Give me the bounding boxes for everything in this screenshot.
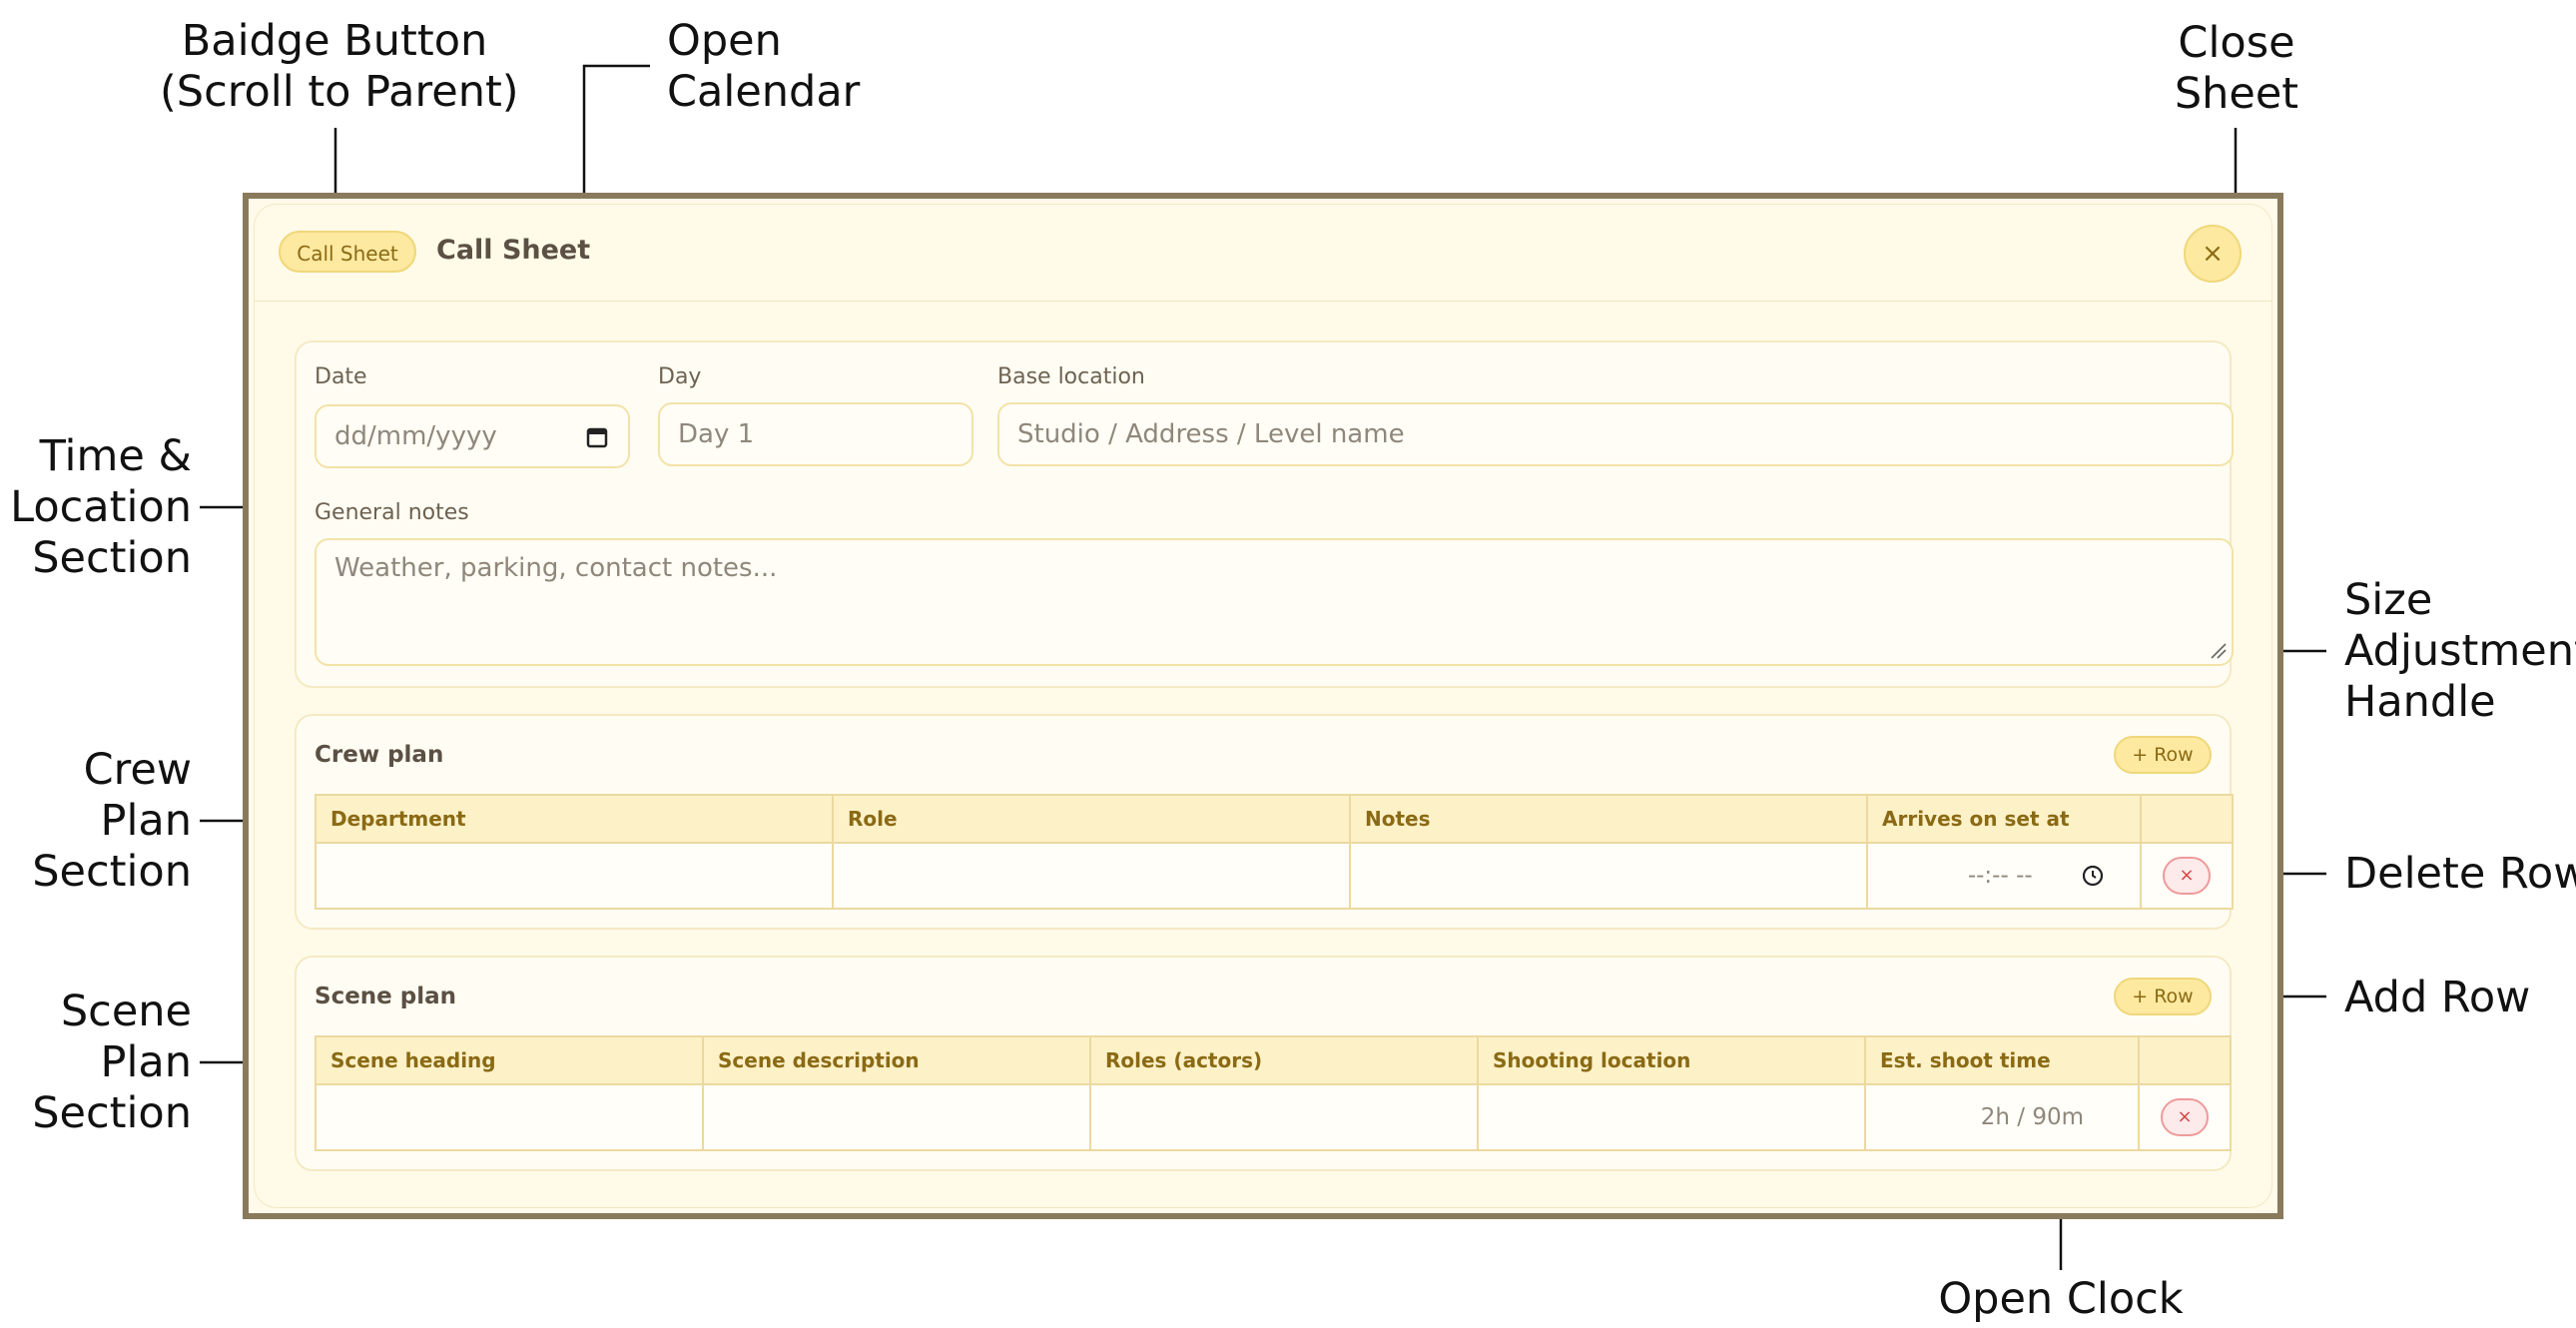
shoot-time-cell[interactable]: 2h / 90m	[1864, 1083, 2140, 1151]
callout-size-adjustment-handle: Size Adjustment Handle	[2344, 575, 2576, 727]
column-header: Roles (actors)	[1089, 1035, 1479, 1085]
column-header: Arrives on set at	[1866, 794, 2142, 844]
sheet-header: Call Sheet Call Sheet ×	[255, 205, 2271, 302]
clock-icon[interactable]	[2080, 863, 2106, 889]
table-row: --:-- -- ×	[315, 842, 2234, 910]
crew-add-row-button[interactable]: + Row	[2114, 736, 2212, 774]
delete-row-button[interactable]: ×	[2163, 857, 2211, 895]
department-cell[interactable]	[315, 842, 834, 910]
callout-scene-plan-section: Scene Plan Section	[32, 987, 192, 1138]
general-notes-placeholder: Weather, parking, contact notes...	[334, 553, 778, 583]
screenshot-frame: Call Sheet Call Sheet × Date dd/mm/yyyy …	[243, 193, 2283, 1219]
scene-description-cell[interactable]	[702, 1083, 1091, 1151]
scene-table-header-row: Scene heading Scene description Roles (a…	[315, 1035, 2232, 1085]
delete-cell: ×	[2138, 1083, 2232, 1151]
crew-plan-section: Crew plan + Row Department Role Notes Ar…	[295, 714, 2234, 930]
sheet-title: Call Sheet	[436, 235, 591, 266]
callout-badge-button: Baidge Button (Scroll to Parent)	[160, 16, 519, 117]
scene-add-row-button[interactable]: + Row	[2114, 978, 2212, 1015]
column-header: Role	[832, 794, 1351, 844]
call-sheet-badge-button[interactable]: Call Sheet	[279, 231, 416, 273]
callout-add-row: Add Row	[2344, 973, 2531, 1022]
day-placeholder: Day 1	[678, 419, 755, 449]
callout-crew-plan-section: Crew Plan Section	[32, 745, 192, 897]
scene-plan-title: Scene plan	[315, 984, 457, 1009]
day-field[interactable]: Day 1	[658, 402, 973, 466]
base-location-placeholder: Studio / Address / Level name	[1017, 419, 1405, 449]
scene-plan-section: Scene plan + Row Scene heading Scene des…	[295, 956, 2232, 1171]
column-header-actions	[2138, 1035, 2232, 1085]
base-location-field[interactable]: Studio / Address / Level name	[997, 402, 2234, 466]
shoot-time-placeholder: 2h / 90m	[1980, 1104, 2084, 1130]
close-sheet-button[interactable]: ×	[2184, 225, 2242, 283]
general-notes-label: General notes	[315, 500, 469, 525]
callout-open-clock: Open Clock	[1938, 1274, 2184, 1324]
roles-cell[interactable]	[1089, 1083, 1479, 1151]
column-header: Notes	[1349, 794, 1868, 844]
resize-handle-icon[interactable]	[2208, 640, 2228, 660]
delete-row-button[interactable]: ×	[2161, 1098, 2209, 1136]
column-header: Shooting location	[1477, 1035, 1866, 1085]
scene-plan-table: Scene heading Scene description Roles (a…	[315, 1035, 2232, 1151]
scene-heading-cell[interactable]	[315, 1083, 704, 1151]
crew-table-header-row: Department Role Notes Arrives on set at	[315, 794, 2234, 844]
arrival-time-placeholder: --:-- --	[1967, 862, 2033, 889]
date-label: Date	[315, 364, 367, 389]
column-header: Department	[315, 794, 834, 844]
delete-cell: ×	[2140, 842, 2234, 910]
callout-open-calendar: Open Calendar	[667, 16, 861, 117]
table-row: 2h / 90m ×	[315, 1083, 2232, 1151]
date-placeholder: dd/mm/yyyy	[334, 421, 497, 451]
general-notes-textarea[interactable]: Weather, parking, contact notes...	[315, 538, 2234, 666]
column-header: Scene description	[702, 1035, 1091, 1085]
calendar-icon[interactable]	[586, 426, 608, 448]
shooting-location-cell[interactable]	[1477, 1083, 1866, 1151]
callout-time-location-section: Time & Location Section	[10, 431, 192, 583]
crew-plan-table: Department Role Notes Arrives on set at …	[315, 794, 2234, 910]
notes-cell[interactable]	[1349, 842, 1868, 910]
arrival-time-cell[interactable]: --:-- --	[1866, 842, 2142, 910]
callout-close-sheet: Close Sheet	[2174, 18, 2299, 119]
role-cell[interactable]	[832, 842, 1351, 910]
column-header: Est. shoot time	[1864, 1035, 2140, 1085]
callout-delete-row: Delete Row	[2344, 849, 2576, 899]
crew-plan-title: Crew plan	[315, 742, 444, 768]
time-location-section: Date dd/mm/yyyy Day Day 1 Base location …	[295, 340, 2234, 688]
day-label: Day	[658, 364, 702, 389]
date-field[interactable]: dd/mm/yyyy	[315, 404, 630, 468]
column-header: Scene heading	[315, 1035, 704, 1085]
column-header-actions	[2140, 794, 2234, 844]
call-sheet-panel: Call Sheet Call Sheet × Date dd/mm/yyyy …	[255, 205, 2271, 1207]
base-location-label: Base location	[997, 364, 1145, 389]
